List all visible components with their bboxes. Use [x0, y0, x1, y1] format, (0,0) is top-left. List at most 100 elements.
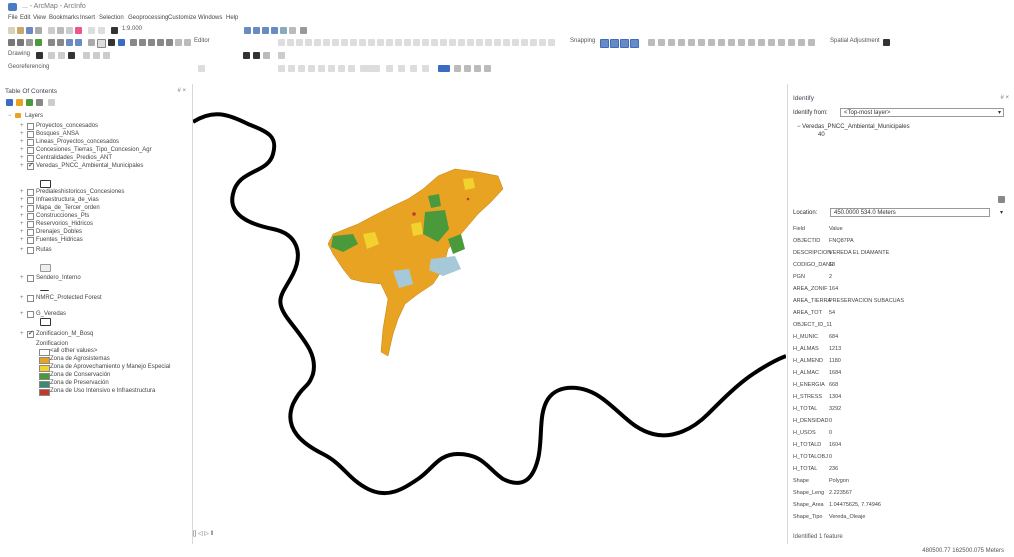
hyperlink-icon[interactable] — [166, 39, 173, 46]
model-builder-icon[interactable] — [300, 27, 307, 34]
italic-icon[interactable] — [253, 52, 260, 59]
menu-help[interactable]: Help — [226, 15, 238, 21]
underline-icon[interactable] — [263, 52, 270, 59]
map-canvas[interactable] — [193, 84, 786, 528]
add-control-points-icon[interactable] — [748, 39, 755, 46]
layer-visibility-checkbox[interactable] — [27, 161, 34, 170]
text-A-icon[interactable] — [68, 52, 75, 59]
select-features-icon[interactable] — [88, 39, 95, 46]
fixed-zoom-in-icon[interactable] — [48, 39, 55, 46]
bezier-icon[interactable] — [413, 39, 420, 46]
redo-icon[interactable] — [98, 27, 105, 34]
open-icon[interactable] — [17, 27, 24, 34]
end-snap-icon[interactable] — [610, 39, 619, 48]
undo-icon[interactable] — [88, 27, 95, 34]
topology-icon[interactable] — [359, 39, 366, 46]
union-icon[interactable] — [512, 39, 519, 46]
identify-tree-subitem[interactable]: 40 — [818, 132, 825, 138]
expand-icon[interactable]: + — [20, 221, 24, 227]
menu-bookmarks[interactable]: Bookmarks — [49, 15, 79, 21]
menu-insert[interactable]: Insert — [80, 15, 95, 21]
location-units-dropdown-icon[interactable]: ▾ — [1000, 209, 1003, 216]
menu-edit[interactable]: Edit — [20, 15, 30, 21]
python-icon[interactable] — [289, 27, 296, 34]
menu-customize[interactable]: Customize — [168, 15, 196, 21]
toggle-icon[interactable] — [768, 39, 775, 46]
map-view[interactable] — [193, 84, 786, 528]
expand-icon[interactable]: + — [20, 139, 24, 145]
collapse-icon[interactable]: − — [8, 113, 12, 119]
clip-icon[interactable] — [521, 39, 528, 46]
rotate-layout-icon[interactable] — [298, 65, 305, 72]
reshape-icon[interactable] — [296, 39, 303, 46]
georeferencing-menu[interactable]: Georeferencing — [8, 64, 49, 70]
expand-icon[interactable]: + — [20, 275, 24, 281]
shift-raster-icon[interactable] — [728, 39, 735, 46]
zoom-out-icon[interactable] — [17, 39, 24, 46]
vertex-icon[interactable] — [476, 39, 483, 46]
add-data-icon[interactable] — [111, 27, 118, 34]
rectangle-icon[interactable] — [58, 52, 65, 59]
copy-icon[interactable] — [57, 27, 64, 34]
sort-icon[interactable] — [454, 65, 461, 72]
paste-icon[interactable] — [66, 27, 73, 34]
full-extent-icon[interactable] — [35, 39, 42, 46]
more-icon[interactable] — [484, 65, 491, 72]
menu-windows[interactable]: Windows — [198, 15, 222, 21]
table-icon[interactable] — [253, 27, 260, 34]
tangent-curve-icon[interactable] — [458, 39, 465, 46]
search-window-icon[interactable] — [271, 27, 278, 34]
expand-icon[interactable]: + — [20, 311, 24, 317]
layer-visibility-checkbox[interactable] — [27, 197, 34, 204]
map-view-controls[interactable]: [] ◁ ▷ Ⅱ — [193, 530, 214, 537]
list-by-selection-icon[interactable] — [36, 99, 43, 106]
expand-icon[interactable]: + — [20, 197, 24, 203]
layer-visibility-checkbox[interactable] — [27, 147, 34, 154]
expand-icon[interactable]: + — [20, 155, 24, 161]
edge-snap-icon[interactable] — [630, 39, 639, 48]
midpoint-icon[interactable] — [395, 39, 402, 46]
guides-icon[interactable] — [318, 65, 325, 72]
georef-options-icon[interactable] — [808, 39, 815, 46]
edit-vertices-icon[interactable] — [287, 39, 294, 46]
line-color-icon[interactable] — [93, 52, 100, 59]
direction-distance-icon[interactable] — [440, 39, 447, 46]
scale-combo[interactable]: 1:9.000 — [122, 26, 142, 32]
snapping-menu[interactable]: Snapping — [570, 38, 595, 44]
expand-icon[interactable]: + — [20, 295, 24, 301]
editor-toolbar-icon[interactable] — [244, 27, 251, 34]
layer-visibility-checkbox[interactable] — [27, 247, 34, 254]
point-icon[interactable] — [422, 39, 429, 46]
print-icon[interactable] — [35, 27, 42, 34]
intersection-icon[interactable] — [449, 39, 456, 46]
refresh-icon[interactable] — [386, 65, 393, 72]
layer-visibility-checkbox[interactable] — [27, 311, 34, 318]
create-features-icon[interactable] — [350, 39, 357, 46]
expand-icon[interactable]: + — [20, 237, 24, 243]
smooth-icon[interactable] — [548, 39, 555, 46]
fit-to-display-icon[interactable] — [708, 39, 715, 46]
layer-visibility-checkbox[interactable] — [27, 229, 34, 236]
layout-icon[interactable] — [288, 65, 295, 72]
list-by-visibility-icon[interactable] — [26, 99, 33, 106]
bold-icon[interactable] — [243, 52, 250, 59]
layer-combo[interactable] — [198, 65, 205, 72]
identify-icon[interactable] — [118, 39, 125, 46]
page-combo[interactable] — [360, 65, 380, 72]
layer-visibility-checkbox[interactable] — [27, 213, 34, 220]
expand-icon[interactable]: + — [20, 189, 24, 195]
generalize-icon[interactable] — [539, 39, 546, 46]
trace-mode-icon[interactable] — [467, 39, 474, 46]
find-icon[interactable] — [130, 39, 137, 46]
endpoint-arc-icon[interactable] — [386, 39, 393, 46]
snap-to-sketch-icon[interactable] — [658, 39, 665, 46]
html-popup-icon[interactable] — [175, 39, 182, 46]
expand-icon[interactable]: + — [20, 163, 24, 169]
identify-from-select[interactable]: <Top-most layer> ▾ — [840, 108, 1004, 117]
cut-icon[interactable] — [48, 27, 55, 34]
toc-options-icon[interactable] — [48, 99, 55, 106]
zoom-to-layer-icon[interactable] — [278, 65, 285, 72]
merge-icon[interactable] — [503, 39, 510, 46]
list-by-source-icon[interactable] — [16, 99, 23, 106]
delete-icon[interactable] — [75, 27, 82, 34]
